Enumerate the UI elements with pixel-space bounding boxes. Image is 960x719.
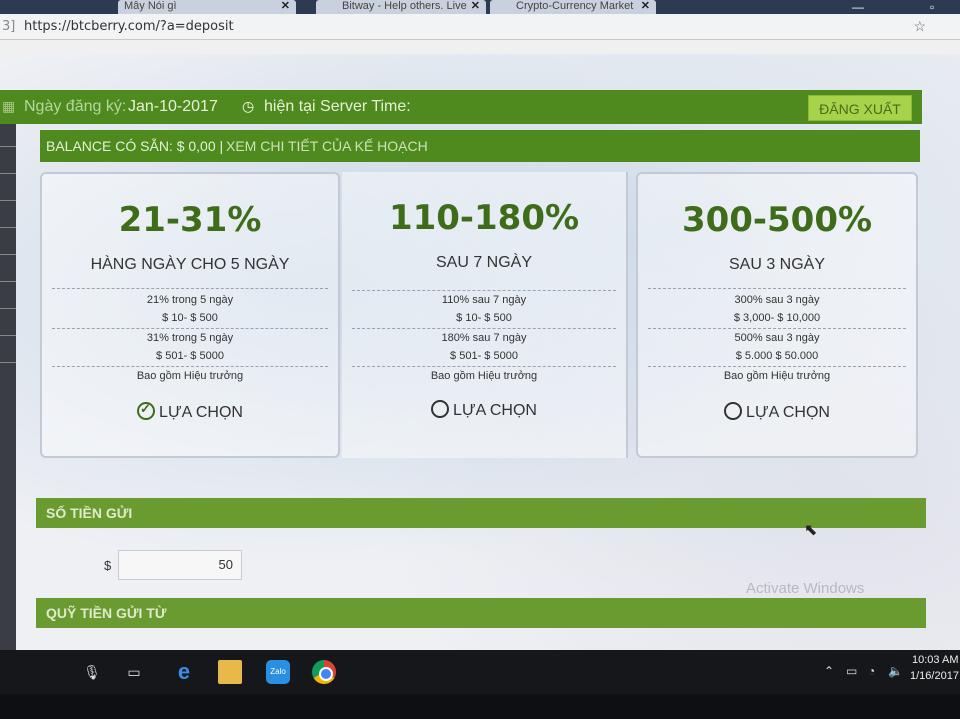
plan-line: Bao gồm Hiệu trưởng (430, 370, 538, 382)
browser-tab[interactable]: Mây Nói gì ✕ (118, 0, 296, 14)
divider (352, 366, 616, 367)
close-icon[interactable]: ✕ (641, 0, 650, 12)
taskbar: 🎙 ▭ e Zalo ⌃ ▭ ◔ 🔈 10:03 AM 1/16/2017 (0, 650, 960, 694)
plan-line: 31% trong 5 ngày (146, 332, 234, 344)
browser-tab-bar: Mây Nói gì ✕ Bitway - Help others. Live … (0, 0, 960, 14)
calendar-icon: ▦ (2, 98, 16, 114)
choose-option[interactable]: LỰA CHỌN (342, 400, 626, 420)
clock-time[interactable]: 10:03 AM (912, 654, 958, 666)
plan-percent: 300-500% (681, 200, 873, 240)
deposit-amount-header: SỐ TIỀN GỬI (36, 498, 926, 528)
plan-details-link[interactable]: XEM CHI TIẾT CỦA KẾ HOẠCH (226, 130, 428, 162)
divider (352, 328, 616, 329)
wifi-icon[interactable]: ◔ (868, 664, 875, 678)
activate-windows-watermark: Activate Windows (746, 580, 865, 597)
divider (52, 288, 328, 289)
volume-icon[interactable]: 🔈 (888, 664, 903, 678)
divider (52, 366, 328, 367)
address-bar[interactable]: 3] https://btcberry.com/?a=deposit ☆ (0, 14, 960, 40)
radio-checked-icon[interactable] (137, 401, 156, 420)
microphone-icon[interactable]: 🎙 (80, 660, 104, 684)
plan-line: 110% sau 7 ngày (441, 294, 527, 306)
mouse-cursor-icon: ⬉ (804, 522, 818, 539)
restore-icon[interactable]: ▫ (930, 0, 934, 14)
screen-bezel (0, 694, 960, 719)
tab-title: Mây Nói gì (124, 0, 177, 12)
plan-line: 180% sau 7 ngày (441, 332, 527, 344)
url-text[interactable]: https://btcberry.com/?a=deposit (24, 19, 234, 34)
choose-label: LỰA CHỌN (453, 402, 537, 419)
plan-line: $ 10- $ 500 (162, 312, 218, 324)
plan-card[interactable]: 300-500% SAU 3 NGÀY 300% sau 3 ngày $ 3,… (636, 172, 918, 458)
plan-line: 500% sau 3 ngày (734, 332, 820, 344)
plan-line: $ 501- $ 5000 (450, 350, 518, 362)
plan-line: $ 501- $ 5000 (156, 350, 224, 362)
plan-line: 21% trong 5 ngày (146, 294, 234, 306)
balance-label: BALANCE CÓ SẴN: $ 0,00 | (46, 138, 224, 154)
radio-empty-icon[interactable] (724, 402, 743, 420)
left-sidebar (0, 120, 16, 650)
edge-browser-icon[interactable]: e (172, 660, 196, 684)
divider (648, 288, 906, 289)
divider (648, 366, 906, 367)
plan-period: SAU 7 NGÀY (435, 254, 533, 271)
clock-date[interactable]: 1/16/2017 (910, 670, 959, 682)
battery-icon[interactable]: ▭ (846, 664, 857, 678)
tab-title: Bitway - Help others. Live (342, 0, 467, 12)
plan-percent: 110-180% (388, 198, 580, 238)
radio-empty-icon[interactable] (431, 400, 450, 418)
plan-line: Bao gồm Hiệu trưởng (723, 370, 831, 382)
currency-symbol: $ (104, 558, 112, 573)
registered-label: Ngày đăng ký: (24, 98, 127, 115)
close-icon[interactable]: ✕ (281, 0, 290, 12)
plan-line: $ 10- $ 500 (456, 312, 512, 324)
browser-tab[interactable]: Bitway - Help others. Live ✕ (316, 0, 486, 14)
minimize-icon[interactable]: — (852, 0, 864, 14)
deposit-source-header: QUỸ TIỀN GỬI TỪ (36, 598, 926, 628)
bookmarks-bar: ▣ ⋮ (0, 40, 960, 80)
amount-input[interactable]: 50 (118, 550, 242, 580)
plan-line: $ 5.000 $ 50.000 (735, 350, 819, 362)
url-prefix: 3] (2, 19, 16, 34)
chrome-icon[interactable] (312, 660, 336, 684)
server-time-label: hiện tại Server Time: (264, 98, 411, 115)
plan-card[interactable]: 110-180% SAU 7 NGÀY 110% sau 7 ngày $ 10… (342, 172, 628, 458)
close-icon[interactable]: ✕ (471, 0, 480, 12)
plan-line: Bao gồm Hiệu trưởng (136, 370, 244, 382)
plan-line: $ 3,000- $ 10,000 (733, 312, 821, 324)
balance-bar: BALANCE CÓ SẴN: $ 0,00 | XEM CHI TIẾT CỦ… (40, 130, 920, 162)
plan-period: HÀNG NGÀY CHO 5 NGÀY (90, 256, 290, 273)
choose-label: LỰA CHỌN (159, 404, 243, 421)
plan-period: SAU 3 NGÀY (728, 256, 826, 273)
file-explorer-icon[interactable] (218, 660, 242, 684)
user-header-bar: ▦ Ngày đăng ký: Jan-10-2017 ◷ hiện tại S… (0, 90, 922, 124)
logout-button[interactable]: ĐĂNG XUẤT (808, 95, 912, 121)
plan-percent: 21-31% (118, 200, 262, 240)
tab-title: Crypto-Currency Market (516, 0, 634, 12)
page-content: ▦ Ngày đăng ký: Jan-10-2017 ◷ hiện tại S… (0, 54, 960, 650)
plan-line: 300% sau 3 ngày (734, 294, 820, 306)
divider (52, 328, 328, 329)
choose-option[interactable]: LỰA CHỌN (42, 401, 338, 422)
choose-option[interactable]: LỰA CHỌN (638, 402, 916, 422)
divider (648, 328, 906, 329)
zalo-icon[interactable]: Zalo (266, 660, 290, 684)
task-view-icon[interactable]: ▭ (122, 660, 146, 684)
registered-date: Jan-10-2017 (128, 98, 218, 115)
choose-label: LỰA CHỌN (746, 404, 830, 421)
plan-card[interactable]: 21-31% HÀNG NGÀY CHO 5 NGÀY 21% trong 5 … (40, 172, 340, 458)
clock-icon: ◷ (242, 98, 255, 114)
bookmark-star-icon[interactable]: ☆ (913, 18, 926, 35)
browser-tab-active[interactable]: Crypto-Currency Market ✕ (490, 0, 656, 14)
divider (352, 290, 616, 291)
chevron-up-icon[interactable]: ⌃ (824, 664, 834, 678)
